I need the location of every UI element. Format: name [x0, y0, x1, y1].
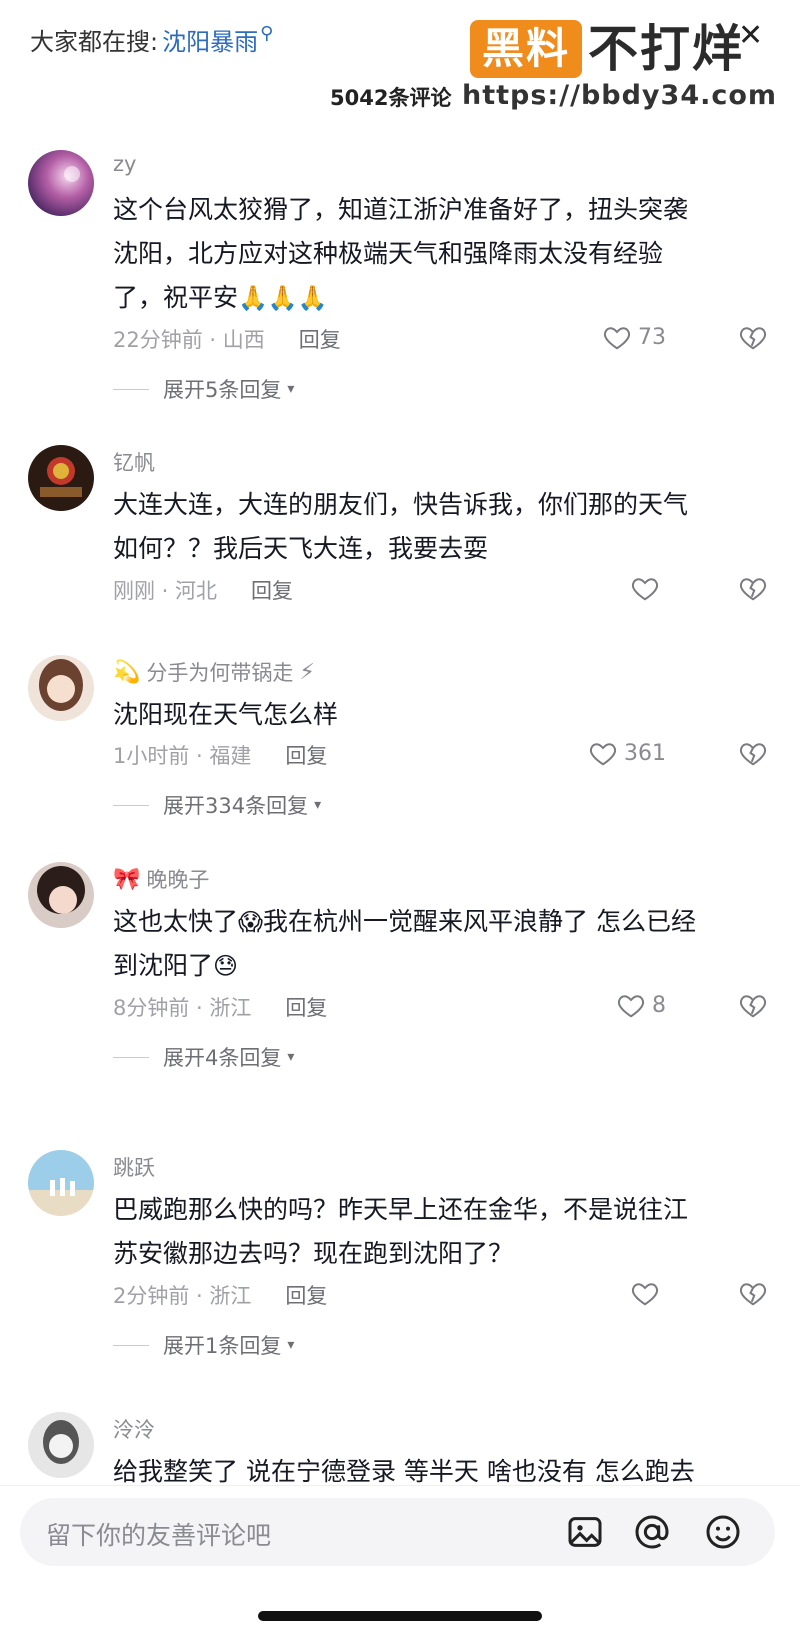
- chevron-down-icon: ▾: [287, 1337, 295, 1353]
- comment-meta: 1小时前 · 福建 回复: [113, 740, 327, 770]
- dislike-button[interactable]: [738, 322, 768, 356]
- reply-button[interactable]: 回复: [299, 324, 341, 354]
- close-icon[interactable]: ✕: [738, 18, 763, 53]
- username[interactable]: 跳跃: [113, 1152, 155, 1182]
- comment-meta: 2分钟前 · 浙江 回复: [113, 1280, 327, 1310]
- like-count: 73: [638, 324, 666, 350]
- expand-replies[interactable]: 展开5条回复 ▾: [113, 374, 294, 404]
- sweat-emoji: 😓: [213, 952, 239, 980]
- search-suggestion[interactable]: 大家都在搜: 沈阳暴雨 ⚲: [30, 22, 273, 57]
- comment-placeholder: 留下你的友善评论吧: [46, 1521, 272, 1550]
- username[interactable]: zy: [113, 152, 136, 176]
- comment-input-bar: 留下你的友善评论吧: [0, 1485, 800, 1638]
- like-button[interactable]: 73: [602, 322, 666, 352]
- comments-header: 大家都在搜: 沈阳暴雨 ⚲ 5042条评论 ✕: [0, 0, 800, 140]
- like-button[interactable]: [630, 573, 666, 603]
- heart-icon: [631, 578, 659, 601]
- comment-meta: 22分钟前 · 山西 回复: [113, 324, 341, 354]
- username[interactable]: 泠泠: [113, 1414, 155, 1444]
- reply-button[interactable]: 回复: [285, 740, 327, 770]
- comment-text: 这也太快了😱我在杭州一觉醒来风平浪静了 怎么已经 到沈阳了😓: [113, 900, 763, 988]
- comment-count: 5042条评论: [330, 86, 452, 110]
- comment-input[interactable]: 留下你的友善评论吧: [20, 1498, 775, 1566]
- heart-icon: [617, 995, 645, 1018]
- chevron-down-icon: ▾: [314, 797, 322, 813]
- comment-meta: 8分钟前 · 浙江 回复: [113, 992, 327, 1022]
- divider: [113, 1344, 149, 1346]
- username-decoration: ⚡: [299, 659, 315, 685]
- divider: [113, 1056, 149, 1058]
- time-location: 8分钟前 · 浙江: [113, 996, 252, 1020]
- pray-emoji: 🙏🙏🙏: [238, 284, 328, 312]
- avatar[interactable]: [28, 862, 94, 928]
- username[interactable]: 💫 分手为何带锅走 ⚡: [113, 657, 315, 687]
- username-decoration: 💫: [113, 659, 141, 685]
- time-location: 1小时前 · 福建: [113, 744, 252, 768]
- search-prefix: 大家都在搜:: [30, 28, 159, 56]
- like-button[interactable]: [630, 1278, 666, 1308]
- avatar[interactable]: [28, 655, 94, 721]
- broken-heart-icon: [739, 1283, 767, 1306]
- avatar[interactable]: [28, 1150, 94, 1216]
- heart-icon: [603, 327, 631, 350]
- expand-replies[interactable]: 展开4条回复 ▾: [113, 1042, 294, 1072]
- scream-emoji: 😱: [238, 908, 264, 936]
- time-location: 22分钟前 · 山西: [113, 328, 265, 352]
- like-count: 361: [624, 740, 666, 766]
- comment-text: 这个台风太狡猾了，知道江浙沪准备好了，扭头突袭 沈阳，北方应对这种极端天气和强降…: [113, 188, 763, 320]
- emoji-icon[interactable]: [703, 1512, 743, 1552]
- like-button[interactable]: 361: [588, 738, 666, 768]
- reply-button[interactable]: 回复: [285, 992, 327, 1022]
- chevron-down-icon: ▾: [287, 1049, 295, 1065]
- expand-replies[interactable]: 展开334条回复 ▾: [113, 790, 321, 820]
- broken-heart-icon: [739, 743, 767, 766]
- divider: [113, 388, 149, 390]
- search-keyword[interactable]: 沈阳暴雨: [162, 22, 258, 57]
- image-icon[interactable]: [565, 1512, 605, 1552]
- comment-text: 大连大连，大连的朋友们，快告诉我，你们那的天气 如何？？我后天飞大连，我要去耍: [113, 490, 689, 563]
- time-location: 2分钟前 · 浙江: [113, 1284, 252, 1308]
- dislike-button[interactable]: [738, 738, 768, 772]
- at-icon[interactable]: [632, 1512, 672, 1552]
- reply-button[interactable]: 回复: [251, 575, 293, 605]
- avatar[interactable]: [28, 150, 94, 216]
- like-button[interactable]: 8: [616, 990, 666, 1020]
- username[interactable]: 钇帆: [113, 447, 155, 477]
- broken-heart-icon: [739, 327, 767, 350]
- broken-heart-icon: [739, 578, 767, 601]
- divider: [113, 804, 149, 806]
- broken-heart-icon: [739, 995, 767, 1018]
- heart-icon: [589, 743, 617, 766]
- comment-text: 沈阳现在天气怎么样: [113, 700, 339, 729]
- like-count: 8: [652, 992, 666, 1018]
- username[interactable]: 🎀 晚晚子: [113, 864, 209, 894]
- expand-replies[interactable]: 展开1条回复 ▾: [113, 1330, 294, 1360]
- dislike-button[interactable]: [738, 990, 768, 1024]
- dislike-button[interactable]: [738, 1278, 768, 1312]
- dislike-button[interactable]: [738, 573, 768, 607]
- chevron-down-icon: ▾: [287, 381, 295, 397]
- time-location: 刚刚 · 河北: [113, 579, 218, 603]
- avatar[interactable]: [28, 1412, 94, 1478]
- heart-icon: [631, 1283, 659, 1306]
- comment-text: 巴威跑那么快的吗？昨天早上还在金华，不是说往江 苏安徽那边去吗？现在跑到沈阳了？: [113, 1195, 689, 1268]
- search-icon: ⚲: [260, 23, 274, 44]
- home-indicator: [258, 1611, 542, 1621]
- avatar[interactable]: [28, 445, 94, 511]
- bow-icon: 🎀: [113, 866, 141, 892]
- comment-meta: 刚刚 · 河北 回复: [113, 575, 293, 605]
- reply-button[interactable]: 回复: [285, 1280, 327, 1310]
